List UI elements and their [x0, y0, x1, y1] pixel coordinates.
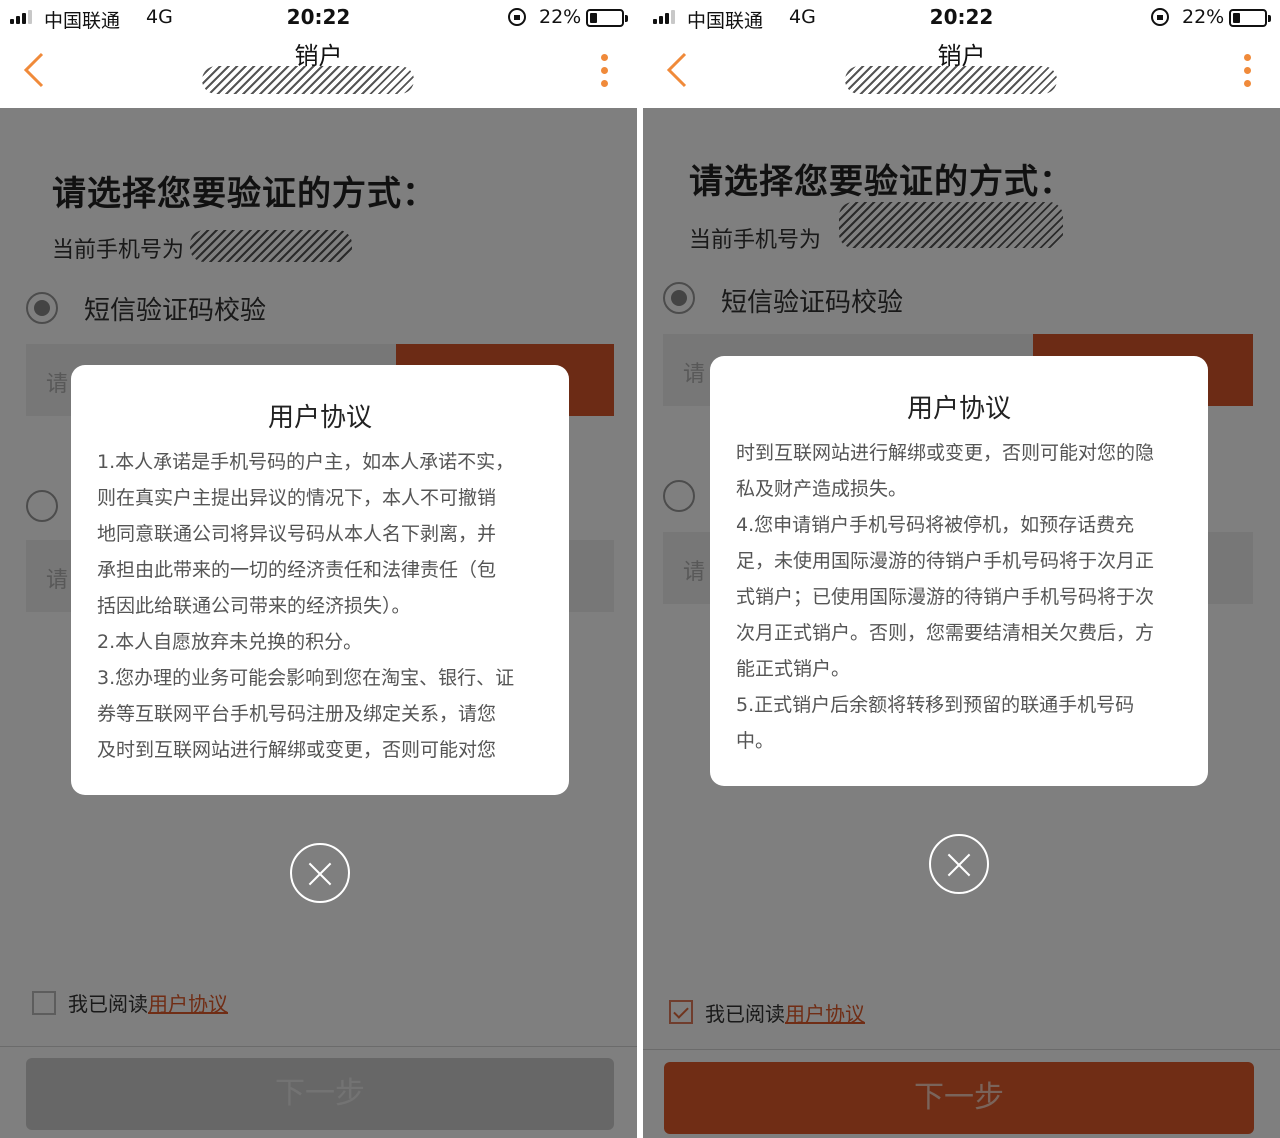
nav-header: 销户	[643, 36, 1280, 108]
agreement-line: 足，未使用国际漫游的待销户手机号码将于次月正	[736, 550, 1155, 572]
agreement-line: 4.您申请销户手机号码将被停机，如预存话费充	[736, 514, 1135, 536]
agreement-line: 括因此给联通公司带来的经济损失）。	[97, 595, 411, 617]
left-screen: 中国联通 4G 20:22 22% 销户 请选择您要验证的方式： 当前手机号为 …	[0, 0, 637, 1138]
agreement-line: 承担由此带来的一切的经济责任和法律责任（包	[97, 559, 497, 581]
more-menu-icon[interactable]	[601, 54, 609, 90]
agreement-line: 私及财产造成损失。	[736, 478, 908, 500]
agreement-line: 次月正式销户。否则，您需要结清相关欠费后，方	[736, 622, 1155, 644]
modal-title: 用户协议	[906, 394, 1011, 424]
battery-percentage: 22%	[539, 6, 582, 28]
agreement-line: 及时到互联网站进行解绑或变更，否则可能对您	[97, 739, 497, 761]
agreement-line: 地同意联通公司将异议号码从本人名下剥离，并	[97, 523, 497, 545]
agreement-line: 时到互联网站进行解绑或变更，否则可能对您的隐	[736, 442, 1155, 464]
battery-icon	[586, 9, 628, 27]
close-modal-icon[interactable]	[929, 834, 989, 894]
redacted-subtitle	[845, 66, 1057, 94]
agreement-text: 1.本人承诺是手机号码的户主，如本人承诺不实， 则在真实户主提出异议的情况下，本…	[97, 444, 547, 768]
agreement-line: 能正式销户。	[736, 658, 851, 680]
rotation-lock-icon	[1151, 8, 1169, 26]
agreement-modal: 用户协议 时到互联网站进行解绑或变更，否则可能对您的隐 私及财产造成损失。 4.…	[710, 356, 1208, 786]
rotation-lock-icon	[508, 8, 526, 26]
agreement-line: 中。	[736, 730, 775, 752]
agreement-modal: 用户协议 1.本人承诺是手机号码的户主，如本人承诺不实， 则在真实户主提出异议的…	[71, 365, 569, 795]
agreement-line: 2.本人自愿放弃未兑换的积分。	[97, 631, 363, 653]
agreement-line: 则在真实户主提出异议的情况下，本人不可撤销	[97, 487, 497, 509]
agreement-text: 时到互联网站进行解绑或变更，否则可能对您的隐 私及财产造成损失。 4.您申请销户…	[736, 435, 1186, 759]
close-modal-icon[interactable]	[290, 843, 350, 903]
status-bar: 中国联通 4G 20:22 22%	[0, 0, 637, 36]
battery-icon	[1229, 9, 1271, 27]
redacted-subtitle	[202, 66, 414, 94]
more-menu-icon[interactable]	[1244, 54, 1252, 90]
nav-header: 销户	[0, 36, 637, 108]
status-bar: 中国联通 4G 20:22 22%	[643, 0, 1280, 36]
agreement-line: 式销户；已使用国际漫游的待销户手机号码将于次	[736, 586, 1155, 608]
agreement-line: 券等互联网平台手机号码注册及绑定关系，请您	[97, 703, 497, 725]
agreement-line: 3.您办理的业务可能会影响到您在淘宝、银行、证	[97, 667, 515, 689]
agreement-line: 5.正式销户后余额将转移到预留的联通手机号码	[736, 694, 1135, 716]
agreement-line: 1.本人承诺是手机号码的户主，如本人承诺不实，	[97, 451, 515, 473]
battery-percentage: 22%	[1182, 6, 1225, 28]
modal-title: 用户协议	[267, 403, 372, 433]
right-screen: 中国联通 4G 20:22 22% 销户 请选择您要验证的方式： 当前手机号为 …	[643, 0, 1280, 1138]
